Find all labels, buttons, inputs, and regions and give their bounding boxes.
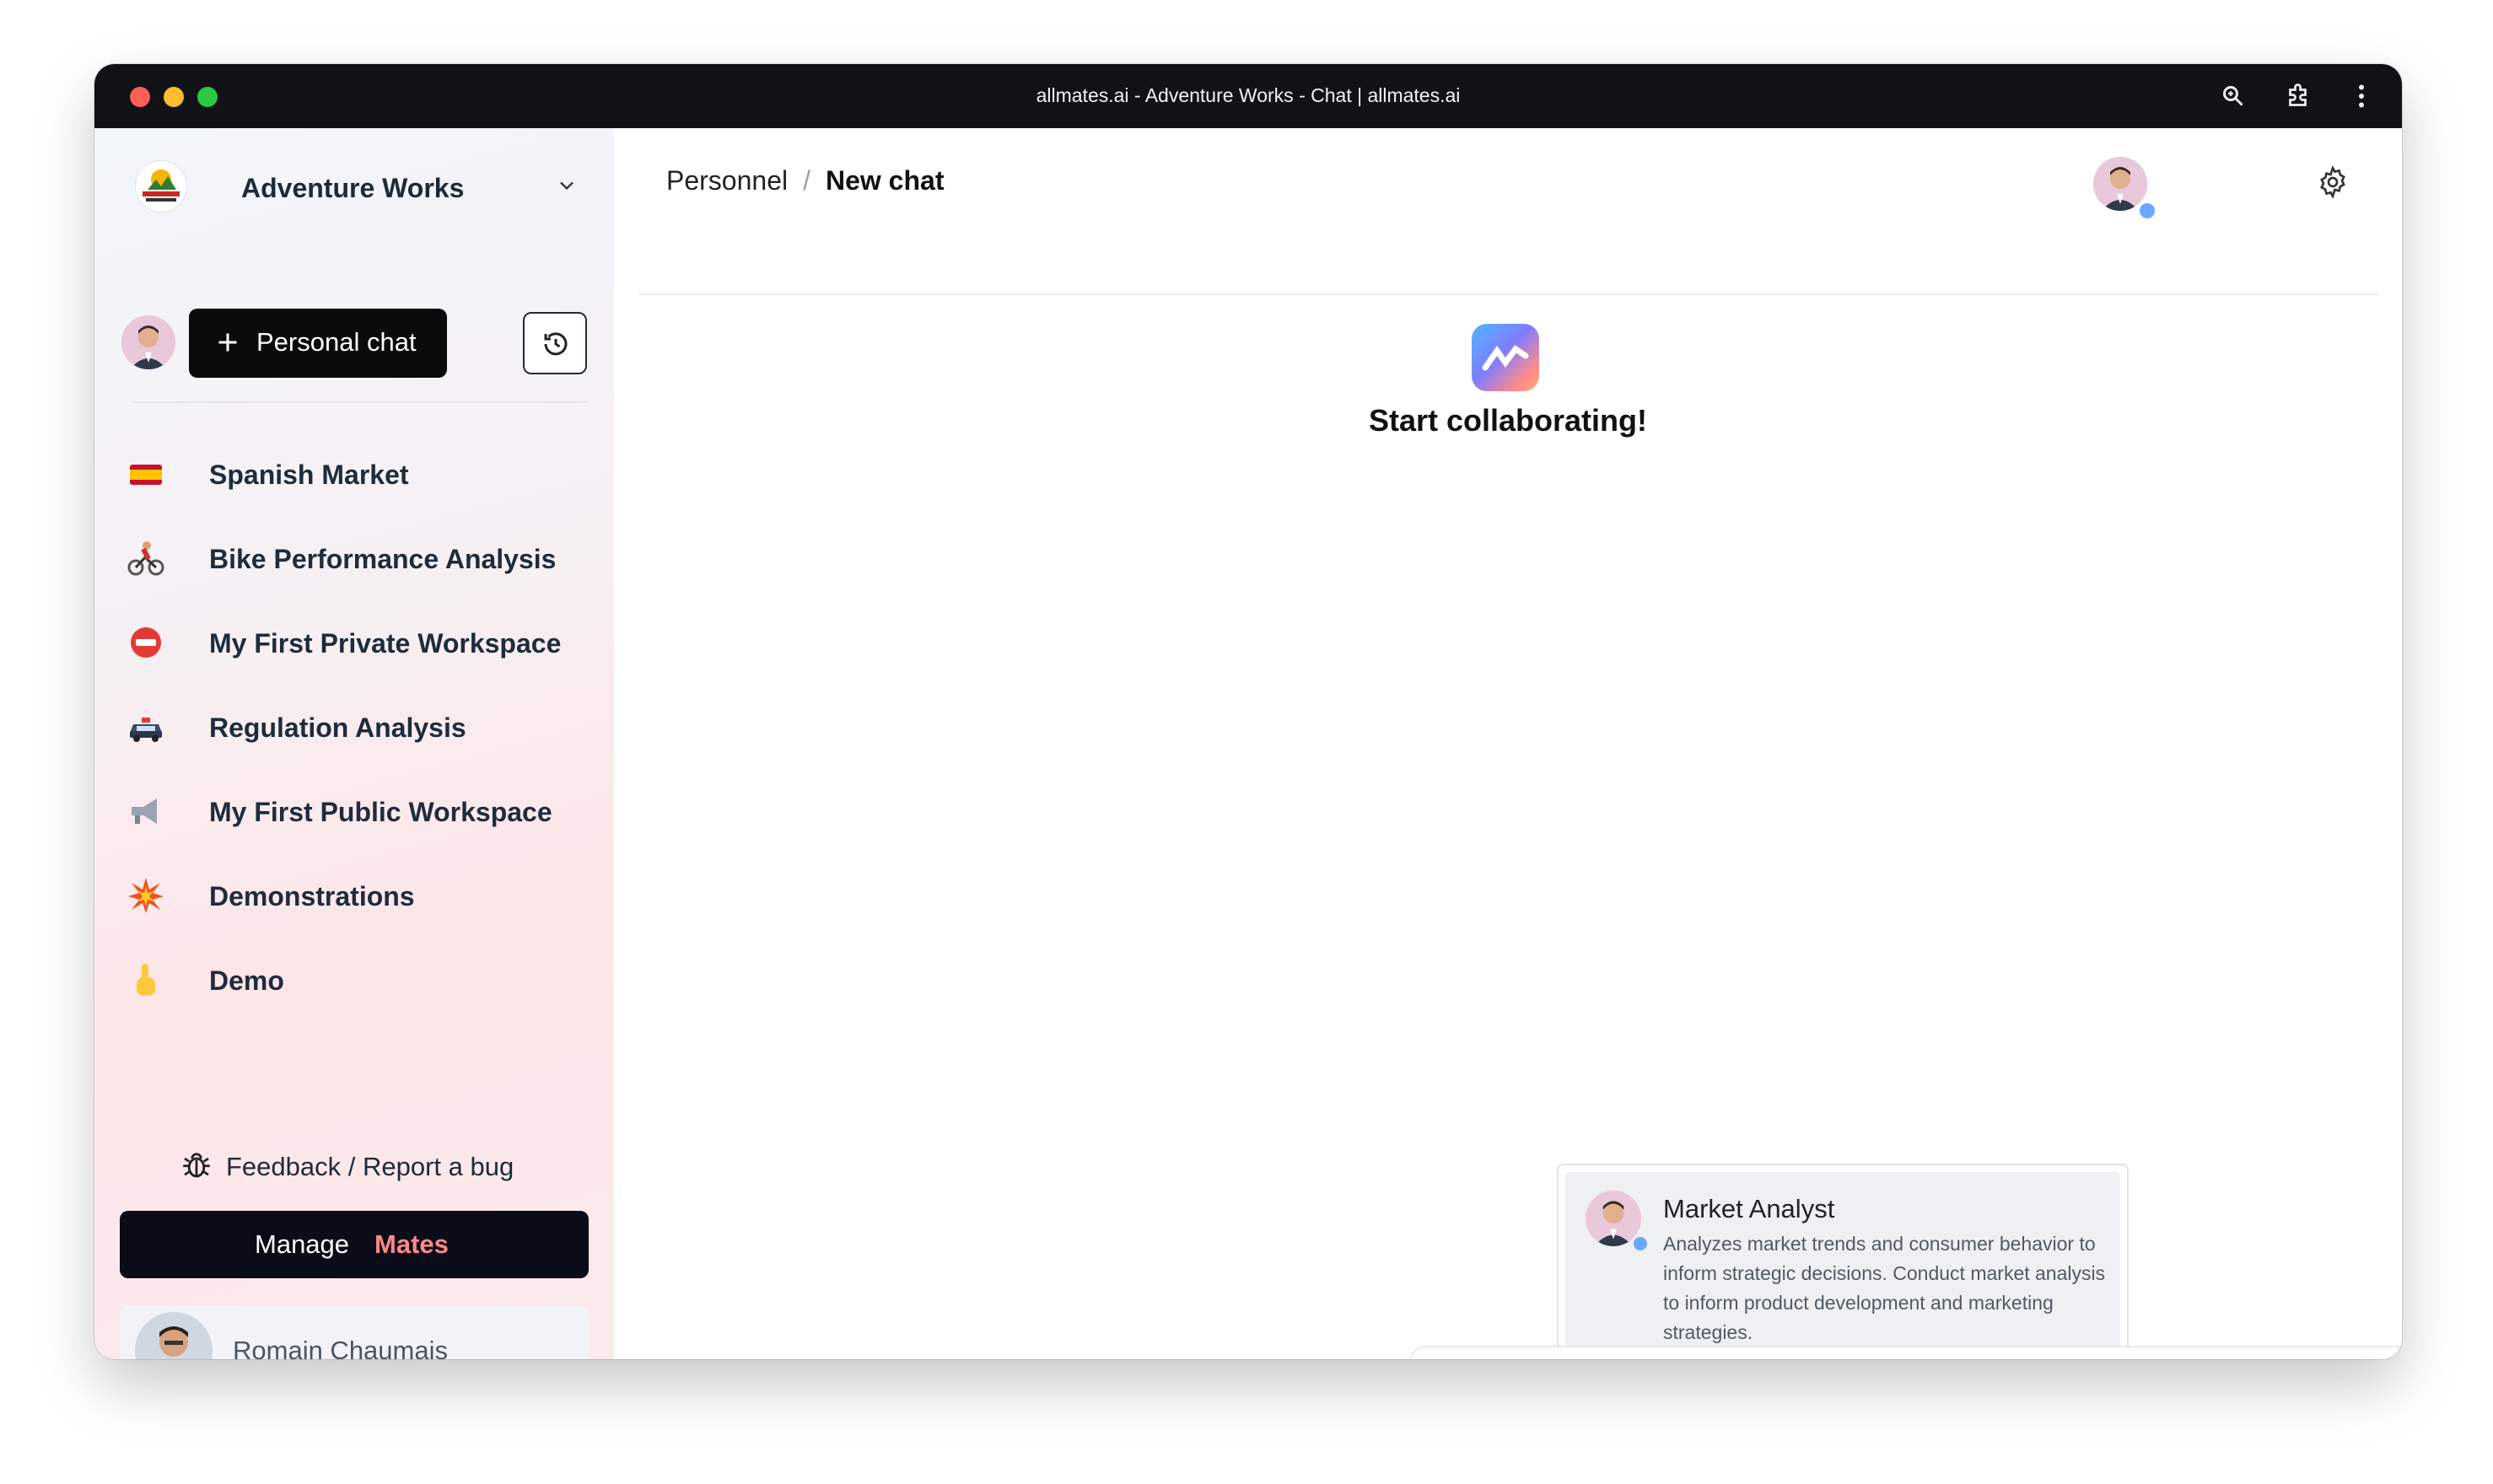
window-title: allmates.ai - Adventure Works - Chat | a… [1036,84,1461,106]
message-composer [1408,1346,2402,1359]
sidebar: Adventure Works Personal chat Spanish Ma… [94,128,614,1359]
sidebar-item-bike-performance-analysis[interactable]: Bike Performance Analysis [125,529,597,588]
manage-label: Manage [255,1229,350,1259]
manage-mates-button[interactable]: Manage Mates [120,1211,589,1278]
mates-label: Mates [374,1229,449,1259]
avatar[interactable] [121,315,175,369]
history-icon [544,332,568,356]
pointing-hand-icon [137,964,155,996]
history-button[interactable] [523,312,587,374]
org-switcher[interactable]: Adventure Works [135,159,587,212]
sidebar-item-label: My First Private Workspace [209,628,562,659]
feedback-link[interactable]: Feedback / Report a bug [179,1140,567,1191]
personal-chat-label: Personal chat [256,327,417,357]
megaphone-icon [132,798,157,824]
online-status-dot [2137,201,2157,221]
mention-suggestion-item[interactable]: Market Analyst Analyzes market trends an… [1565,1172,2120,1352]
plus-icon [218,333,237,352]
police-car-icon [130,718,162,742]
gear-icon[interactable] [2316,165,2350,199]
breadcrumb: Personnel / New chat [666,165,944,196]
sidebar-item-demo[interactable]: Demo [125,950,597,1009]
zoom-icon[interactable] [2218,81,2248,111]
mate-name: Market Analyst [1663,1194,1835,1223]
sidebar-item-my-first-public-workspace[interactable]: My First Public Workspace [125,782,597,841]
mate-description: Analyzes market trends and consumer beha… [1663,1233,2106,1343]
sidebar-item-label: My First Public Workspace [209,797,552,827]
app-logo [1472,324,1539,391]
chevron-down-icon[interactable] [555,174,579,197]
org-name: Adventure Works [241,173,465,203]
cyclist-icon [127,541,164,576]
bug-icon [183,1153,210,1178]
sidebar-item-label: Bike Performance Analysis [209,544,557,574]
flag-spain-icon [130,465,162,485]
sidebar-item-my-first-private-workspace[interactable]: My First Private Workspace [125,613,597,672]
breadcrumb-separator: / [803,165,810,196]
title-bar: allmates.ai - Adventure Works - Chat | a… [94,64,2402,128]
sidebar-item-label: Demo [209,965,284,996]
feedback-label: Feedback / Report a bug [226,1152,514,1181]
breadcrumb-current: New chat [825,165,945,196]
chat-main: Personnel / New chat Start collaborating! [614,128,2402,1359]
sidebar-divider [133,401,589,403]
browser-window: allmates.ai - Adventure Works - Chat | a… [94,64,2402,1359]
header-avatar[interactable] [2093,157,2147,211]
personal-chat-button[interactable]: Personal chat [189,309,447,378]
mate-status-dot [1631,1234,1650,1253]
sidebar-item-label: Spanish Market [209,460,409,490]
sidebar-item-regulation-analysis[interactable]: Regulation Analysis [125,697,597,756]
no-entry-icon [131,627,161,658]
allmates-logo-icon [1482,345,1529,371]
org-logo [135,160,187,212]
collision-icon [128,878,164,913]
extensions-icon[interactable] [2284,81,2314,111]
mention-suggestion-popup: Market Analyst Analyzes market trends an… [1557,1164,2129,1359]
sidebar-item-label: Regulation Analysis [209,712,466,743]
more-menu-icon[interactable] [2346,81,2377,111]
user-name: Romain Chaumais [233,1336,448,1359]
header-divider [639,293,2378,295]
start-collaborating-text: Start collaborating! [1368,403,1648,438]
user-avatar [135,1312,213,1359]
breadcrumb-parent[interactable]: Personnel [666,165,788,196]
sidebar-item-label: Demonstrations [209,881,415,911]
user-profile-card[interactable]: Romain Chaumais [120,1305,589,1359]
sidebar-item-spanish-market[interactable]: Spanish Market [125,444,597,503]
sidebar-item-demonstrations[interactable]: Demonstrations [125,866,597,925]
